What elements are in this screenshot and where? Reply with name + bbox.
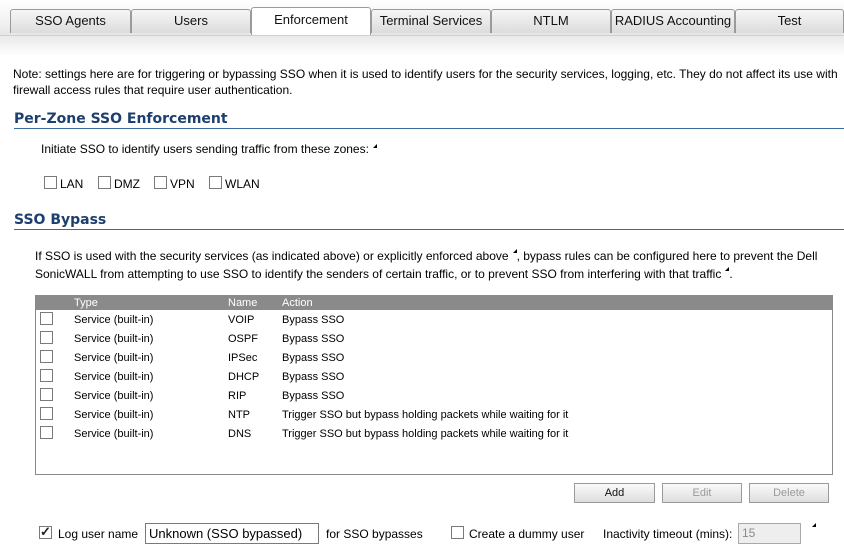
row-action: Bypass SSO xyxy=(282,333,345,345)
zone-lan-checkbox[interactable] xyxy=(44,176,57,189)
row-name: VOIP xyxy=(228,314,255,326)
dummy-user-checkbox[interactable] xyxy=(451,526,464,539)
tab-enforcement[interactable]: Enforcement xyxy=(251,7,371,35)
column-type[interactable]: Type xyxy=(74,297,98,309)
sso-bypass-title: SSO Bypass xyxy=(14,212,107,228)
help-tick-icon[interactable] xyxy=(512,249,517,253)
help-tick-icon[interactable] xyxy=(812,523,816,527)
zone-vpn-checkbox[interactable] xyxy=(154,176,167,189)
sso-bypass-description: If SSO is used with the security service… xyxy=(35,247,835,283)
table-row[interactable]: Service (built-in) VOIP Bypass SSO xyxy=(36,312,832,331)
column-name[interactable]: Name xyxy=(228,297,257,309)
bypass-desc-part4: . xyxy=(729,267,733,281)
row-type: Service (built-in) xyxy=(74,352,154,364)
tab-radius-accounting[interactable]: RADIUS Accounting xyxy=(611,9,735,33)
row-checkbox[interactable] xyxy=(40,407,53,420)
row-name: RIP xyxy=(228,390,247,402)
tab-users[interactable]: Users xyxy=(131,9,251,33)
bypass-desc-part3: SonicWALL from attempting to use SSO to … xyxy=(35,267,722,281)
zone-vpn-label: VPN xyxy=(170,177,195,191)
zone-lan[interactable]: LAN xyxy=(44,176,94,192)
zone-wlan[interactable]: WLAN xyxy=(209,176,269,192)
zone-dmz[interactable]: DMZ xyxy=(98,176,152,192)
zone-dmz-checkbox[interactable] xyxy=(98,176,111,189)
add-button[interactable]: Add xyxy=(574,483,655,503)
bypass-desc-part1: If SSO is used with the security service… xyxy=(35,249,509,263)
row-name: IPSec xyxy=(228,352,258,364)
row-type: Service (built-in) xyxy=(74,428,154,440)
inactivity-help xyxy=(808,521,816,535)
row-action: Trigger SSO but bypass holding packets w… xyxy=(282,428,569,440)
table-row[interactable]: Service (built-in) RIP Bypass SSO xyxy=(36,388,832,407)
help-tick-icon[interactable] xyxy=(725,267,730,271)
row-action: Bypass SSO xyxy=(282,314,345,326)
section-divider xyxy=(14,229,844,230)
per-zone-title: Per-Zone SSO Enforcement xyxy=(14,111,228,127)
row-name: DHCP xyxy=(228,371,260,383)
log-user-name-checkbox[interactable] xyxy=(39,524,52,540)
row-type: Service (built-in) xyxy=(74,333,154,345)
column-action[interactable]: Action xyxy=(282,297,313,309)
per-zone-instruction-text: Initiate SSO to identify users sending t… xyxy=(41,142,369,156)
log-user-name-label: Log user name xyxy=(58,527,139,541)
edit-button[interactable]: Edit xyxy=(662,483,742,503)
row-action: Bypass SSO xyxy=(282,352,345,364)
zone-vpn[interactable]: VPN xyxy=(154,176,204,192)
row-action: Trigger SSO but bypass holding packets w… xyxy=(282,409,569,421)
inactivity-timeout-label: Inactivity timeout (mins): xyxy=(603,527,733,541)
for-sso-bypasses-label: for SSO bypasses xyxy=(326,527,423,541)
row-checkbox[interactable] xyxy=(40,350,53,363)
delete-button[interactable]: Delete xyxy=(749,483,829,503)
enforcement-note: Note: settings here are for triggering o… xyxy=(13,67,838,97)
table-row[interactable]: Service (built-in) DNS Trigger SSO but byp… xyxy=(36,426,832,445)
tab-ntlm[interactable]: NTLM xyxy=(491,9,611,33)
bypass-desc-part2: , bypass rules can be configured here to… xyxy=(516,249,818,263)
table-row[interactable]: Service (built-in) OSPF Bypass SSO xyxy=(36,331,832,350)
bypass-table-header: Type Name Action xyxy=(36,296,832,310)
inactivity-timeout-input[interactable]: 15 xyxy=(738,523,801,544)
log-user-name-input[interactable]: Unknown (SSO bypassed) xyxy=(145,523,319,544)
row-checkbox[interactable] xyxy=(40,388,53,401)
row-action: Bypass SSO xyxy=(282,371,345,383)
table-row[interactable]: Service (built-in) DHCP Bypass SSO xyxy=(36,369,832,388)
row-type: Service (built-in) xyxy=(74,390,154,402)
row-type: Service (built-in) xyxy=(74,314,154,326)
table-row[interactable]: Service (built-in) NTP Trigger SSO but byp… xyxy=(36,407,832,426)
tab-test[interactable]: Test xyxy=(735,9,844,33)
row-checkbox[interactable] xyxy=(40,426,53,439)
row-type: Service (built-in) xyxy=(74,371,154,383)
row-checkbox[interactable] xyxy=(40,312,53,325)
per-zone-instruction: Initiate SSO to identify users sending t… xyxy=(41,142,377,156)
row-name: OSPF xyxy=(228,333,258,345)
row-name: NTP xyxy=(228,409,250,421)
zone-lan-label: LAN xyxy=(60,177,84,191)
zone-wlan-label: WLAN xyxy=(225,177,260,191)
zone-dmz-label: DMZ xyxy=(114,177,140,191)
tab-sso-agents[interactable]: SSO Agents xyxy=(10,9,131,33)
bypass-table: Type Name Action Service (built-in) VOIP B… xyxy=(35,295,833,475)
zone-wlan-checkbox[interactable] xyxy=(209,176,222,189)
row-action: Bypass SSO xyxy=(282,390,345,402)
help-tick-icon[interactable] xyxy=(372,144,377,148)
tab-bar-shadow xyxy=(0,36,844,56)
row-checkbox[interactable] xyxy=(40,331,53,344)
dummy-user-label: Create a dummy user xyxy=(469,527,585,541)
table-row[interactable]: Service (built-in) IPSec Bypass SSO xyxy=(36,350,832,369)
section-divider xyxy=(14,128,844,129)
row-type: Service (built-in) xyxy=(74,409,154,421)
row-name: DNS xyxy=(228,428,252,440)
tab-terminal-services[interactable]: Terminal Services xyxy=(371,9,491,33)
row-checkbox[interactable] xyxy=(40,369,53,382)
